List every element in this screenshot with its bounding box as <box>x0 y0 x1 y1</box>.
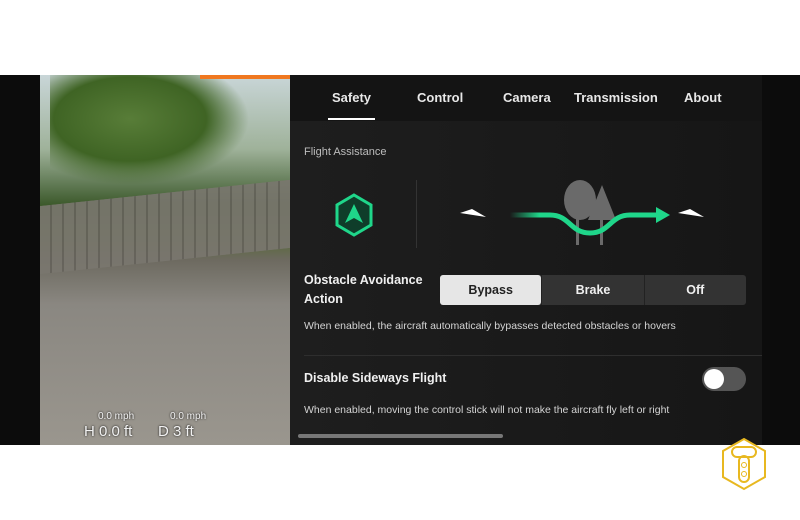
tree-image <box>50 75 250 185</box>
bypass-illustration <box>460 180 704 245</box>
divider <box>304 355 762 356</box>
wall-image <box>40 179 290 275</box>
obstacle-avoidance-label: Obstacle Avoidance Action <box>304 273 423 306</box>
obstacle-avoidance-icon <box>335 193 373 237</box>
sideways-flight-label: Disable Sideways Flight <box>304 371 447 385</box>
status-bar <box>200 75 290 79</box>
vertical-speed: 0.0 mph <box>170 411 207 422</box>
tab-about[interactable]: About <box>684 90 722 105</box>
obstacle-action-selector[interactable]: Bypass Brake Off <box>440 275 746 305</box>
option-bypass[interactable]: Bypass <box>440 275 542 305</box>
option-off[interactable]: Off <box>643 275 746 305</box>
horizontal-speed: 0.0 mph <box>98 411 135 422</box>
sideways-flight-toggle[interactable] <box>702 367 746 391</box>
sideways-description: When enabled, moving the control stick w… <box>304 404 670 416</box>
option-brake[interactable]: Brake <box>541 275 643 305</box>
camera-feed: 0.0 mph 0.0 mph H 0.0 ft D 3 ft <box>40 75 290 445</box>
arrow-icon <box>656 207 670 223</box>
section-title: Flight Assistance <box>304 146 387 158</box>
tab-bar: Safety Control Camera Transmission About <box>290 75 762 121</box>
tab-transmission[interactable]: Transmission <box>574 90 658 105</box>
drone-end-icon <box>678 209 704 217</box>
height-readout: H 0.0 ft <box>84 423 133 440</box>
tab-camera[interactable]: Camera <box>503 90 551 105</box>
app-screen: 0.0 mph 0.0 mph H 0.0 ft D 3 ft Safety C… <box>0 75 800 445</box>
toggle-knob <box>704 369 724 389</box>
distance-readout: D 3 ft <box>158 423 194 440</box>
drone-start-icon <box>460 209 486 217</box>
settings-panel: Safety Control Camera Transmission About… <box>290 75 762 445</box>
horizontal-scrollbar[interactable] <box>298 434 503 438</box>
obstacle-description: When enabled, the aircraft automatically… <box>304 320 676 332</box>
tab-safety[interactable]: Safety <box>327 90 376 120</box>
tab-control[interactable]: Control <box>417 90 463 105</box>
divider <box>416 180 417 248</box>
logo-icon <box>722 437 766 491</box>
